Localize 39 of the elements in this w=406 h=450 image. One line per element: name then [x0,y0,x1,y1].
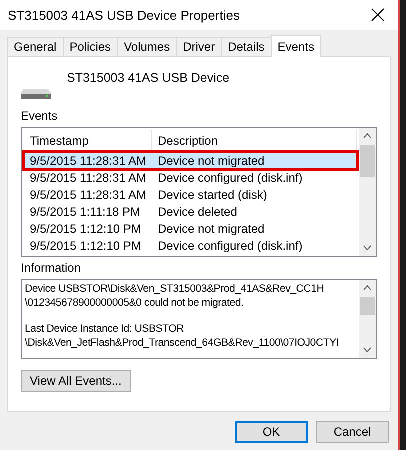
scrollbar[interactable] [359,128,376,256]
information-label: Information [21,261,82,275]
view-all-events-button[interactable]: View All Events... [21,370,131,392]
scroll-thumb[interactable] [360,297,375,315]
timestamp-cell-text: 9/5/2015 11:28:31 AM [29,188,148,202]
event-row[interactable]: 9/5/2015 11:28:31 AM Device configured (disk.inf) [24,169,357,186]
event-row[interactable]: 9/5/2015 11:28:31 AM Device started (disk) [24,186,357,203]
timestamp-cell-text: 9/5/2015 1:12:10 PM [29,222,142,236]
event-row[interactable]: 9/5/2015 1:11:18 PM Device deleted [24,203,357,220]
scroll-thumb[interactable] [360,145,375,177]
description-cell-text: Device started (disk) [157,188,268,202]
dialog-button[interactable]: OK [235,421,308,443]
timestamp-cell-text: 9/5/2015 11:28:31 AM [29,154,148,168]
description-cell-text: Device configured (disk.inf) [157,238,304,252]
event-row[interactable]: 9/5/2015 1:12:10 PM Device configured (disk.inf) [24,237,357,254]
event-row[interactable]: 9/5/2015 1:12:10 PM Device not migrated [24,220,357,237]
information-text: \012345678900000005&0 could not be migrated. [25,296,245,310]
scrollbar[interactable] [359,280,376,358]
tab[interactable]: Events [270,35,322,57]
events-list[interactable] [21,127,377,257]
description-cell-text: Device configured (disk.inf) [157,170,304,184]
drive-icon [21,87,51,99]
information-text: Device USBSTOR\Disk&Ven_ST315003&Prod_41AS&Rev_CC1H [25,282,326,296]
event-row[interactable]: 9/5/2015 11:28:31 AM Device not migrated [24,152,357,169]
timestamp-cell-text: 9/5/2015 11:28:31 AM [29,170,148,184]
events-label: Events [21,109,59,123]
information-box[interactable]: Device USBSTOR\Disk&Ven_ST315003&Prod_41AS&Rev_CC1H \012345678900000005&0 could not be migrated. Last Device Instance Id: USBSTOR \Disk&Ven_JetFlash&Prod_Transcend_64GB&Rev_1100\07IOJ0CTYI [21,279,377,359]
device-name: ST315003 41AS USB Device [67,71,230,87]
information-text: \Disk&Ven_JetFlash&Prod_Transcend_64GB&Rev_1100\07IOJ0CTYI [25,336,340,350]
timestamp-cell-text: 9/5/2015 1:11:18 PM [29,204,142,218]
tab[interactable]: General [7,37,64,56]
description-cell-text: Device not migrated [157,222,266,236]
window-title: ST315003 41AS USB Device Properties [8,8,240,22]
timestamp-cell-text: 9/5/2015 1:12:10 PM [29,238,142,252]
close-icon[interactable] [370,7,386,23]
dialog-button[interactable]: Cancel [316,421,389,443]
description-cell-text: Device not migrated [157,154,266,168]
description-cell-text: Device deleted [157,204,238,218]
information-text: Last Device Instance Id: USBSTOR [25,322,186,336]
